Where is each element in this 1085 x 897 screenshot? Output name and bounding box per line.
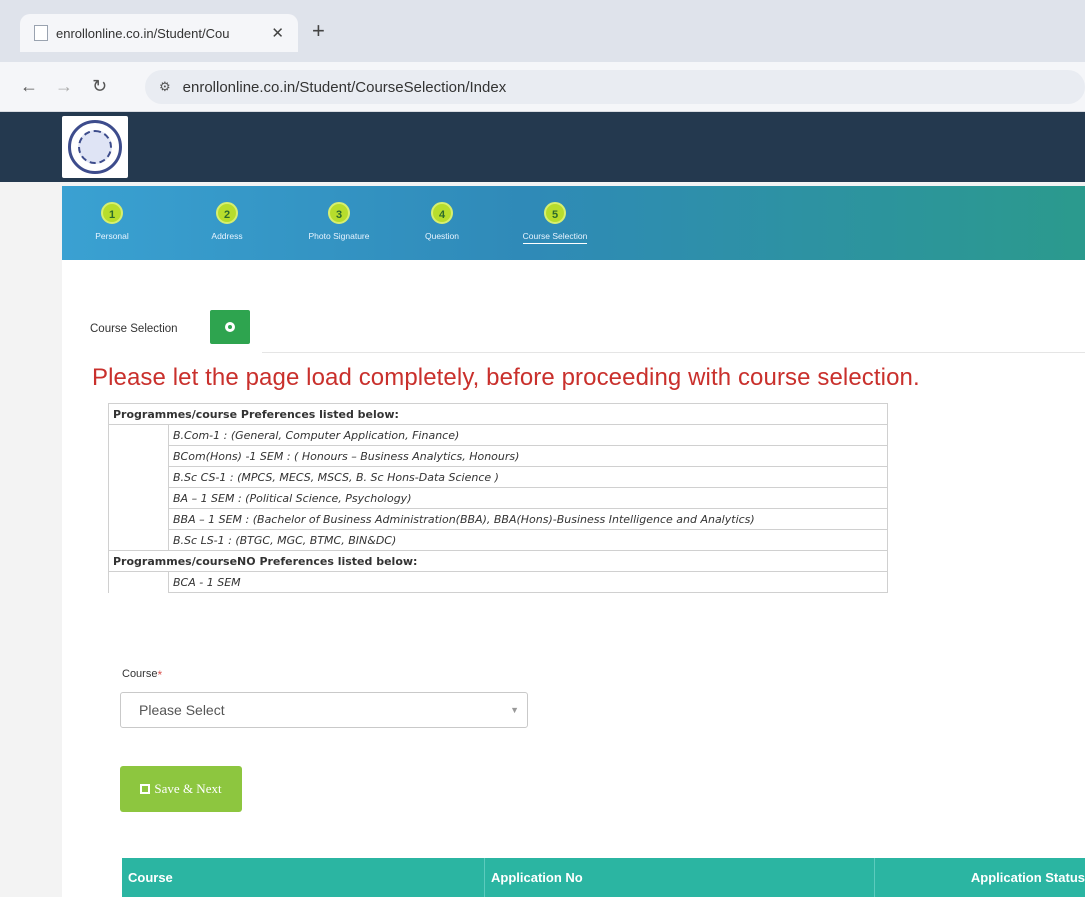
new-tab-button[interactable]: + bbox=[312, 18, 325, 44]
indent-cell bbox=[108, 571, 169, 593]
column-header-application-no[interactable]: Application No bbox=[485, 858, 875, 897]
save-next-button[interactable]: Save & Next bbox=[120, 766, 242, 812]
table-row: B.Sc CS-1 : (MPCS, MECS, MSCS, B. Sc Hon… bbox=[108, 466, 888, 488]
indent-cell bbox=[108, 487, 169, 509]
load-warning: Please let the page load completely, bef… bbox=[92, 364, 920, 391]
browser-tab[interactable]: enrollonline.co.in/Student/Cou ✕ bbox=[20, 14, 298, 52]
indent-cell bbox=[108, 445, 169, 467]
back-arrow-icon[interactable]: ← bbox=[20, 76, 38, 97]
browser-toolbar: ← → ↻ ⚙ enrollonline.co.in/Student/Cours… bbox=[0, 62, 1085, 112]
indent-cell bbox=[108, 508, 169, 530]
preference-item: BBA – 1 SEM : (Bachelor of Business Admi… bbox=[168, 508, 888, 530]
section-title: Course Selection bbox=[90, 323, 178, 335]
preference-item: B.Sc CS-1 : (MPCS, MECS, MSCS, B. Sc Hon… bbox=[168, 466, 888, 488]
step-label: Photo Signature bbox=[308, 231, 370, 241]
table-row: BCom(Hons) -1 SEM : ( Honours – Business… bbox=[108, 445, 888, 467]
table-row: BBA – 1 SEM : (Bachelor of Business Admi… bbox=[108, 508, 888, 530]
step-number: 5 bbox=[544, 202, 566, 224]
no-preference-item: BCA - 1 SEM bbox=[168, 571, 888, 593]
required-marker: * bbox=[157, 668, 163, 682]
main-content: Course Selection Please let the page loa… bbox=[62, 260, 1085, 897]
table-row: BA – 1 SEM : (Political Science, Psychol… bbox=[108, 487, 888, 509]
close-tab-icon[interactable]: ✕ bbox=[271, 24, 284, 42]
preferences-table: Programmes/course Preferences listed bel… bbox=[108, 403, 888, 593]
table-row: Programmes/courseNO Preferences listed b… bbox=[108, 550, 888, 572]
site-header bbox=[0, 112, 1085, 182]
address-bar[interactable]: ⚙ enrollonline.co.in/Student/CourseSelec… bbox=[145, 70, 1085, 104]
save-icon bbox=[140, 784, 151, 794]
tab-title: enrollonline.co.in/Student/Cou bbox=[56, 25, 230, 41]
step-number: 3 bbox=[328, 202, 350, 224]
site-settings-icon[interactable]: ⚙ bbox=[159, 79, 171, 95]
step-label: Question bbox=[424, 231, 460, 241]
preference-item: BA – 1 SEM : (Political Science, Psychol… bbox=[168, 487, 888, 509]
preference-item: B.Sc LS-1 : (BTGC, MGC, BTMC, BIN&DC) bbox=[168, 529, 888, 551]
indent-cell bbox=[108, 529, 169, 551]
step-address[interactable]: 2 Address bbox=[177, 202, 277, 241]
step-number: 1 bbox=[101, 202, 123, 224]
step-label: Address bbox=[211, 231, 243, 241]
column-header-course[interactable]: Course bbox=[122, 858, 485, 897]
indent-cell bbox=[108, 466, 169, 488]
course-label-text: Course bbox=[122, 668, 158, 680]
table-row: B.Sc LS-1 : (BTGC, MGC, BTMC, BIN&DC) bbox=[108, 529, 888, 551]
course-select[interactable]: Please Select ▼ bbox=[120, 692, 528, 728]
course-select-value: Please Select bbox=[139, 702, 225, 718]
step-number: 2 bbox=[216, 202, 238, 224]
divider bbox=[262, 352, 1085, 353]
indent-cell bbox=[108, 424, 169, 446]
circle-icon bbox=[225, 322, 235, 332]
step-label: Course Selection bbox=[522, 231, 588, 244]
table-row: BCA - 1 SEM bbox=[108, 571, 888, 593]
preferences-heading: Programmes/course Preferences listed bel… bbox=[108, 403, 888, 425]
toggle-section-button[interactable] bbox=[210, 310, 250, 344]
chevron-down-icon: ▼ bbox=[510, 705, 519, 715]
save-next-label: Save & Next bbox=[154, 781, 222, 796]
page-favicon-icon bbox=[34, 25, 48, 41]
wizard-steps: 1 Personal 2 Address 3 Photo Signature 4… bbox=[62, 186, 1085, 260]
no-preferences-heading: Programmes/courseNO Preferences listed b… bbox=[108, 550, 888, 572]
step-photo-signature[interactable]: 3 Photo Signature bbox=[289, 202, 389, 241]
course-label: Course* bbox=[122, 668, 162, 682]
step-number: 4 bbox=[431, 202, 453, 224]
step-course-selection[interactable]: 5 Course Selection bbox=[505, 202, 605, 244]
table-row: Programmes/course Preferences listed bel… bbox=[108, 403, 888, 425]
institution-logo bbox=[62, 116, 128, 178]
step-label: Personal bbox=[95, 231, 129, 241]
forward-arrow-icon[interactable]: → bbox=[55, 76, 73, 97]
column-header-application-status[interactable]: Application Status bbox=[875, 858, 1085, 897]
url-text: enrollonline.co.in/Student/CourseSelecti… bbox=[182, 78, 507, 96]
table-row: B.Com-1 : (General, Computer Application… bbox=[108, 424, 888, 446]
reload-icon[interactable]: ↻ bbox=[92, 76, 107, 97]
browser-tab-bar: enrollonline.co.in/Student/Cou ✕ + bbox=[0, 0, 1085, 62]
step-question[interactable]: 4 Question bbox=[392, 202, 492, 241]
preference-item: B.Com-1 : (General, Computer Application… bbox=[168, 424, 888, 446]
step-personal[interactable]: 1 Personal bbox=[62, 202, 162, 241]
results-table-header: Course Application No Application Status bbox=[122, 858, 1085, 897]
seal-icon bbox=[68, 120, 122, 174]
preference-item: BCom(Hons) -1 SEM : ( Honours – Business… bbox=[168, 445, 888, 467]
